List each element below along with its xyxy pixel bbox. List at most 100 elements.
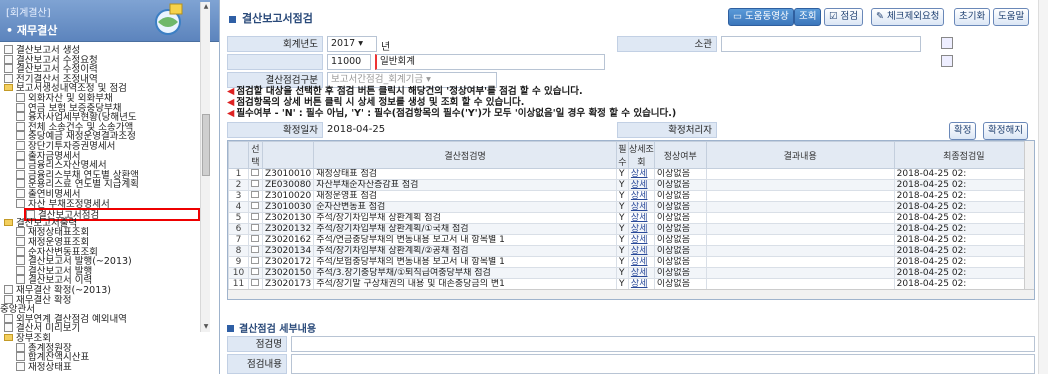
table-row[interactable]: 6 Z3020132 주석/장기차입부채 상환계획/①국채 점검 Y 상세 이상없음 201… bbox=[228, 223, 1034, 235]
search-button[interactable]: 조회 bbox=[794, 8, 822, 26]
checkbox-icon[interactable] bbox=[251, 180, 260, 187]
help-button[interactable]: 도움말 bbox=[993, 8, 1030, 26]
table-row[interactable]: 8 Z3020134 주석/장기차입부채 상환계획/②공채 점검 Y 상세 이상없음 201… bbox=[228, 245, 1034, 257]
table-row[interactable]: 10 Z3020150 주석/3.장기충당부채/①퇴직급여충당부채 점검 Y 상세 이상없… bbox=[228, 267, 1034, 279]
column-header[interactable]: 선택 bbox=[247, 141, 263, 169]
row-detail-link[interactable]: 상세 bbox=[627, 223, 655, 235]
document-icon bbox=[16, 361, 25, 371]
row-checkbox[interactable] bbox=[247, 267, 263, 279]
row-date: 2018-04-25 02: bbox=[893, 223, 1034, 235]
checkbox-icon[interactable] bbox=[251, 213, 260, 220]
row-detail-link[interactable]: 상세 bbox=[627, 201, 655, 213]
row-detail-link[interactable]: 상세 bbox=[627, 168, 655, 180]
table-row[interactable]: 9 Z3020172 주석/보험충당부채의 변동내용 보고서 내 항목별 1 Y 상세 이… bbox=[228, 256, 1034, 268]
column-header[interactable]: 결산점검명 bbox=[313, 141, 617, 169]
column-header[interactable]: 필수 bbox=[615, 141, 629, 169]
row-checkbox[interactable] bbox=[247, 278, 263, 290]
table-row[interactable]: 5 Z3020130 주석/장기차입부채 상환계획 점검 Y 상세 이상없음 2018-04… bbox=[228, 212, 1034, 224]
table-row[interactable]: 4 Z3010030 순자산변동표 점검 Y 상세 이상없음 2018-04-25 02: bbox=[228, 201, 1034, 213]
account-search-icon[interactable] bbox=[941, 55, 953, 67]
notice-list: ◀ 점검할 대상을 선택한 후 점검 버튼 클릭시 해당건의 '정상여부'를 점검… bbox=[227, 86, 1037, 119]
grid-scrollbar-horizontal[interactable] bbox=[228, 289, 1034, 299]
table-row[interactable]: 7 Z3020162 주석/연금충당부채의 변동내용 보고서 내 항목별 1 Y 상세 이… bbox=[228, 234, 1034, 246]
row-detail-link[interactable]: 상세 bbox=[627, 179, 655, 191]
scrollbar-thumb[interactable] bbox=[202, 114, 210, 176]
row-detail-link[interactable]: 상세 bbox=[627, 256, 655, 268]
left-nav-panel: [회계결산] • 재무결산 결산보고서 생성 결산보고서 수정요청 결산보고서 수정… bbox=[0, 0, 220, 374]
check-button[interactable]: ☑ 점검 bbox=[824, 8, 864, 26]
column-header[interactable]: 결과내용 bbox=[705, 141, 895, 169]
column-header[interactable]: 최종점검일 bbox=[893, 141, 1034, 169]
row-number: 5 bbox=[228, 212, 249, 224]
row-date: 2018-04-25 02: bbox=[893, 190, 1034, 202]
table-row[interactable]: 1 Z3010010 재정상태표 점검 Y 상세 이상없음 2018-04-25 02: bbox=[228, 168, 1034, 180]
row-checkbox[interactable] bbox=[247, 223, 263, 235]
column-header[interactable]: 정상여부 bbox=[653, 141, 707, 169]
nav-top-label: [회계결산] bbox=[6, 8, 51, 19]
table-row[interactable]: 11 Z3020173 주석/장기말 구상채권의 내용 및 대손충당금의 변1 Y 상세… bbox=[228, 278, 1034, 290]
checkbox-icon[interactable] bbox=[251, 202, 260, 209]
detail-title: 결산점검 세부내용 bbox=[227, 320, 1037, 335]
checkbox-icon[interactable] bbox=[251, 279, 260, 286]
checkbox-icon[interactable] bbox=[251, 169, 260, 176]
checkbox-icon[interactable] bbox=[251, 268, 260, 275]
row-code: Z3010030 bbox=[261, 201, 315, 213]
row-name: 주석/3.장기충당부채/①퇴직급여충당부채 점검 bbox=[313, 267, 617, 279]
help-video-button[interactable]: ▭ 도움동영상 bbox=[728, 8, 794, 26]
row-required: Y bbox=[615, 223, 629, 235]
page-title: 결산보고서점검 bbox=[229, 10, 313, 26]
row-result bbox=[705, 245, 895, 257]
nav-section-title[interactable]: • 재무결산 bbox=[6, 22, 57, 38]
column-header[interactable] bbox=[228, 141, 249, 169]
row-date: 2018-04-25 02: bbox=[893, 267, 1034, 279]
cancel-confirm-button[interactable]: 확정해지 bbox=[983, 122, 1028, 140]
table-row[interactable]: 2 ZE030080 자산부채순자산증감표 점검 Y 상세 이상없음 2018-04-25 … bbox=[228, 179, 1034, 191]
fiscal-year-select[interactable]: 2017 ▾ bbox=[327, 36, 377, 52]
row-checkbox[interactable] bbox=[247, 245, 263, 257]
row-detail-link[interactable]: 상세 bbox=[627, 278, 655, 290]
row-number: 1 bbox=[228, 168, 249, 180]
scroll-up-icon[interactable]: ▲ bbox=[202, 2, 210, 11]
checkbox-icon[interactable] bbox=[251, 224, 260, 231]
row-checkbox[interactable] bbox=[247, 168, 263, 180]
jurisdiction-search-icon[interactable] bbox=[941, 37, 953, 49]
nav-scrollbar[interactable]: ▲ ▼ bbox=[200, 2, 210, 332]
row-checkbox[interactable] bbox=[247, 234, 263, 246]
row-date: 2018-04-25 02: bbox=[893, 278, 1034, 290]
folder-icon bbox=[4, 84, 13, 92]
row-detail-link[interactable]: 상세 bbox=[627, 245, 655, 257]
row-checkbox[interactable] bbox=[247, 179, 263, 191]
account-code-input[interactable]: 11000 bbox=[327, 54, 371, 70]
checkbox-icon[interactable] bbox=[251, 246, 260, 253]
detail-name-field[interactable] bbox=[291, 336, 1035, 352]
detail-content-textarea[interactable] bbox=[291, 354, 1035, 374]
checkbox-icon[interactable] bbox=[251, 257, 260, 264]
row-checkbox[interactable] bbox=[247, 201, 263, 213]
table-row[interactable]: 3 Z3010020 재정운영표 점검 Y 상세 이상없음 2018-04-25 02: bbox=[228, 190, 1034, 202]
row-code: Z3010010 bbox=[261, 168, 315, 180]
row-name: 주석/장기말 구상채권의 내용 및 대손충당금의 변1 bbox=[313, 278, 617, 290]
page-scrollbar[interactable] bbox=[1038, 0, 1048, 374]
row-detail-link[interactable]: 상세 bbox=[627, 234, 655, 246]
document-icon bbox=[4, 54, 13, 64]
reset-button[interactable]: 초기화 bbox=[954, 8, 991, 26]
column-header[interactable]: 상세조회 bbox=[627, 141, 655, 169]
account-name-input[interactable]: 일반회계 bbox=[375, 54, 605, 70]
row-detail-link[interactable]: 상세 bbox=[627, 267, 655, 279]
row-detail-link[interactable]: 상세 bbox=[627, 212, 655, 224]
grid-scrollbar-vertical[interactable] bbox=[1024, 141, 1034, 291]
column-header[interactable] bbox=[261, 141, 315, 169]
check-exclusion-button[interactable]: ✎ 체크제외요청 bbox=[871, 8, 945, 26]
page-title-bar: 결산보고서점검 ▭ 도움동영상 조회 ☑ 점검 ✎ 체크제외요청 초기화 도움말 bbox=[221, 6, 1048, 30]
nav-item[interactable]: 재정상태표 bbox=[16, 361, 72, 373]
jurisdiction-input[interactable] bbox=[721, 36, 921, 52]
checkbox-icon[interactable] bbox=[251, 191, 260, 198]
confirm-button[interactable]: 확정 bbox=[949, 122, 977, 140]
row-checkbox[interactable] bbox=[247, 190, 263, 202]
row-checkbox[interactable] bbox=[247, 256, 263, 268]
scroll-down-icon[interactable]: ▼ bbox=[202, 322, 210, 331]
row-checkbox[interactable] bbox=[247, 212, 263, 224]
row-detail-link[interactable]: 상세 bbox=[627, 190, 655, 202]
document-icon bbox=[4, 73, 13, 83]
checkbox-icon[interactable] bbox=[251, 235, 260, 242]
